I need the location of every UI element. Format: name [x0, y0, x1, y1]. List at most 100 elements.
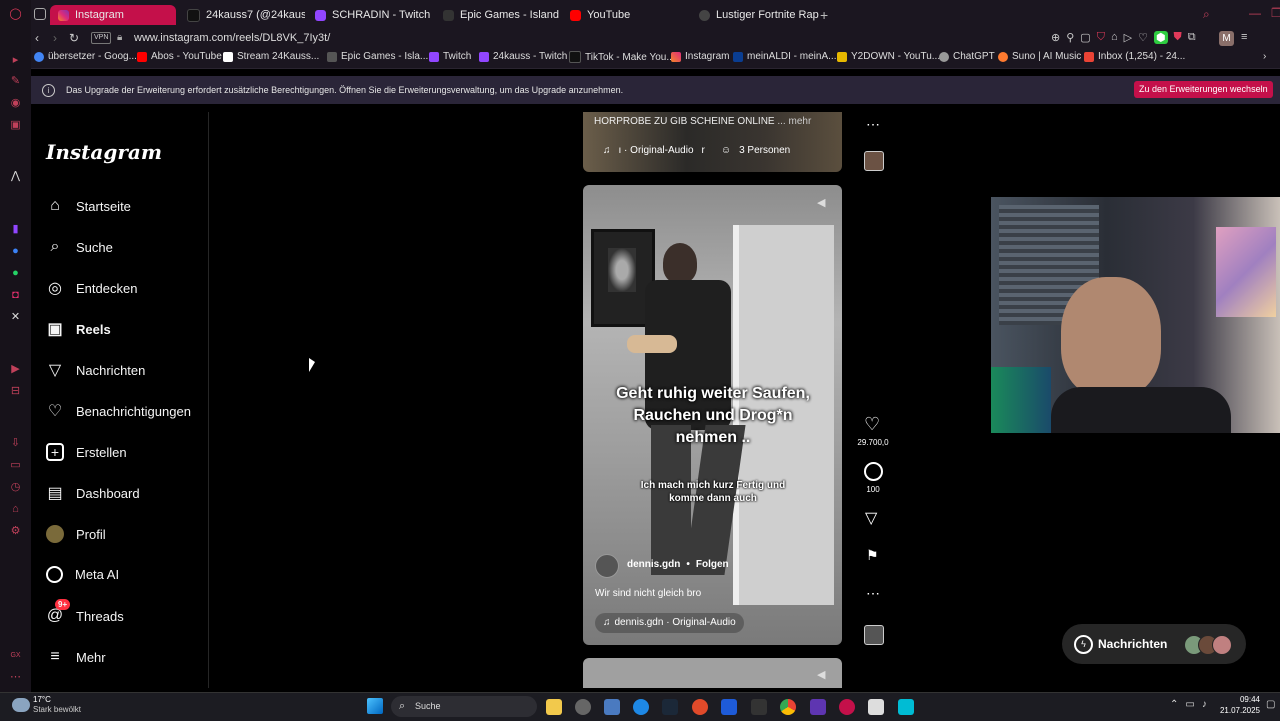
maximize-icon[interactable]: ❐	[1271, 6, 1280, 20]
profile-avatar[interactable]: M	[1219, 31, 1234, 46]
app-v-icon[interactable]	[810, 699, 826, 715]
tab-epic-games[interactable]: Epic Games - Island Crea	[435, 5, 561, 25]
nav-erstellen[interactable]: + Erstellen	[46, 443, 127, 461]
follow-button[interactable]: Folgen	[696, 559, 729, 570]
tab-fortnite-rap[interactable]: Lustiger Fortnite Rap	[691, 5, 819, 25]
next-reel[interactable]: ◀	[583, 658, 842, 688]
weather-temp[interactable]: 17°C	[33, 695, 51, 704]
vpn-badge[interactable]: VPN	[91, 32, 112, 44]
bookmark-item[interactable]: Abos - YouTube	[137, 51, 222, 62]
weather-icon[interactable]	[12, 698, 30, 712]
reload-icon[interactable]: ↻	[69, 31, 79, 45]
x-icon[interactable]: ✕	[9, 311, 22, 324]
nav-benachrichtigungen[interactable]: ♡ Benachrichtigungen	[46, 402, 191, 420]
player-icon[interactable]: ▶	[9, 363, 22, 376]
sidebar-pinboard-icon[interactable]: ▣	[9, 119, 22, 132]
instagram-logo[interactable]: Instagram	[46, 140, 162, 164]
app-white-icon[interactable]	[868, 699, 884, 715]
puzzle-icon[interactable]: ⧉	[1188, 31, 1196, 44]
steam-icon[interactable]	[662, 699, 678, 715]
tab-menu-icon[interactable]	[34, 8, 46, 20]
nav-threads[interactable]: @9+ Threads	[46, 599, 124, 625]
comment-icon[interactable]	[864, 462, 883, 481]
reel-video[interactable]: ◀ Geht ruhig weiter Saufen, Rauchen und …	[583, 185, 842, 645]
prev-reel-audio[interactable]: ♫ ı · Original-Audio r ☺ 3 Personen	[603, 145, 790, 156]
zoom-icon[interactable]: ⊕	[1051, 31, 1060, 44]
sidebar-ai-icon[interactable]: ⋀	[9, 170, 22, 183]
gx-icon[interactable]: GX	[9, 649, 22, 662]
nav-meta-ai[interactable]: Meta AI	[46, 566, 119, 583]
reel-audio[interactable]: ♫ dennis.gdn · Original-Audio	[595, 613, 744, 633]
app-blue2-icon[interactable]	[721, 699, 737, 715]
tab-tiktok[interactable]: 24kauss7 (@24kauss7) |	[179, 5, 305, 25]
more-options-icon[interactable]: ⋯	[866, 585, 880, 602]
app-cyan-icon[interactable]	[898, 699, 914, 715]
next-mute-icon[interactable]: ◀	[817, 668, 825, 681]
bookmark-item[interactable]: Y2DOWN - YouTu...	[837, 51, 940, 62]
whatsapp-icon[interactable]: ●	[9, 267, 22, 280]
taskbar-search[interactable]: ⌕ Suche	[391, 696, 537, 717]
sidebar-flow-icon[interactable]: ▸	[9, 54, 22, 67]
tray-chevron-icon[interactable]: ⌃	[1170, 699, 1178, 710]
new-tab-icon[interactable]: +	[820, 7, 828, 23]
adblock-icon[interactable]: ⛉	[1097, 31, 1105, 44]
back-icon[interactable]: ‹	[35, 31, 39, 45]
bookmark-item[interactable]: Instagram	[671, 51, 729, 62]
bookmark-item[interactable]: Twitch	[429, 51, 471, 62]
like-icon[interactable]: ♡	[864, 414, 880, 435]
nav-profil[interactable]: Profil	[46, 525, 106, 543]
menu-icon[interactable]: ≡	[1241, 31, 1247, 43]
tab-youtube[interactable]: YouTube	[562, 5, 688, 25]
settings-icon[interactable]: ⚙	[9, 525, 22, 538]
file-explorer-icon[interactable]	[546, 699, 562, 715]
sidebar-music-icon[interactable]: ◉	[9, 97, 22, 110]
wallet-icon[interactable]: ▭	[9, 459, 22, 472]
network-icon[interactable]: ▭	[1185, 699, 1194, 710]
player-toolbar-icon[interactable]: ▷	[1124, 31, 1132, 44]
url-field[interactable]: www.instagram.com/reels/DL8VK_7Iy3t/	[134, 32, 330, 44]
go-to-extensions-button[interactable]: Zu den Erweiterungen wechseln	[1134, 81, 1273, 98]
notification-icon[interactable]: ▢	[1266, 699, 1275, 710]
extension-green-icon[interactable]: ⬢	[1153, 31, 1168, 44]
messages-floating-button[interactable]: ϟ Nachrichten	[1062, 624, 1246, 664]
clock-time[interactable]: 09:44	[1210, 695, 1260, 704]
messenger-icon[interactable]: ●	[9, 245, 22, 258]
forward-icon[interactable]: ›	[53, 31, 57, 45]
windows-start-icon[interactable]	[367, 698, 383, 714]
app-red-icon[interactable]	[692, 699, 708, 715]
opera-logo-icon[interactable]: ◯	[9, 8, 22, 21]
bookmark-item[interactable]: übersetzer - Goog...	[34, 51, 137, 62]
bookmark-item[interactable]: Epic Games - Isla...	[327, 51, 428, 62]
nav-suche[interactable]: ⌕ Suche	[46, 238, 113, 256]
nav-reels[interactable]: ▣ Reels	[46, 320, 110, 338]
opera-gx-icon[interactable]	[839, 699, 855, 715]
previous-reel[interactable]: HORPROBE ZU GIB SCHEINE ONLINE ... mehr …	[583, 112, 842, 172]
epic-games-icon[interactable]	[751, 699, 767, 715]
downloads-icon[interactable]: ⇩	[9, 437, 22, 450]
bookmark-item[interactable]: 24kauss - Twitch	[479, 51, 567, 62]
chrome-icon[interactable]	[780, 699, 796, 715]
save-icon[interactable]: ⚑	[866, 547, 879, 564]
nav-entdecken[interactable]: ◎ Entdecken	[46, 279, 137, 297]
tab-instagram[interactable]: Instagram	[50, 5, 176, 25]
nav-startseite[interactable]: ⌂ Startseite	[46, 197, 131, 215]
minimize-icon[interactable]: —	[1249, 6, 1261, 20]
favorites-icon[interactable]: ♡	[1138, 31, 1148, 44]
bookmark-item[interactable]: Stream 24Kauss...	[223, 51, 319, 62]
bookmark-item[interactable]: TikTok - Make You...	[569, 51, 675, 63]
share-icon[interactable]: ▽	[865, 508, 877, 528]
app-blue-icon[interactable]	[633, 699, 649, 715]
bookmarks-overflow-icon[interactable]: ›	[1263, 51, 1266, 62]
reel-author-avatar[interactable]	[595, 554, 619, 578]
bookmark-item[interactable]: Inbox (1,254) - 24...	[1084, 51, 1185, 62]
extensions-icon[interactable]: ⌂	[9, 503, 22, 516]
prev-more-options-icon[interactable]: ⋯	[866, 116, 880, 133]
history-icon[interactable]: ⊟	[9, 385, 22, 398]
bookmark-item[interactable]: Suno | AI Music	[998, 51, 1081, 62]
app-icon[interactable]	[575, 699, 591, 715]
reel-username[interactable]: dennis.gdn	[627, 559, 680, 570]
nav-nachrichten[interactable]: ▽ Nachrichten	[46, 361, 146, 379]
nav-dashboard[interactable]: ▤ Dashboard	[46, 484, 139, 502]
audio-thumbnail[interactable]	[864, 625, 884, 645]
weather-desc[interactable]: Stark bewölkt	[33, 705, 81, 714]
